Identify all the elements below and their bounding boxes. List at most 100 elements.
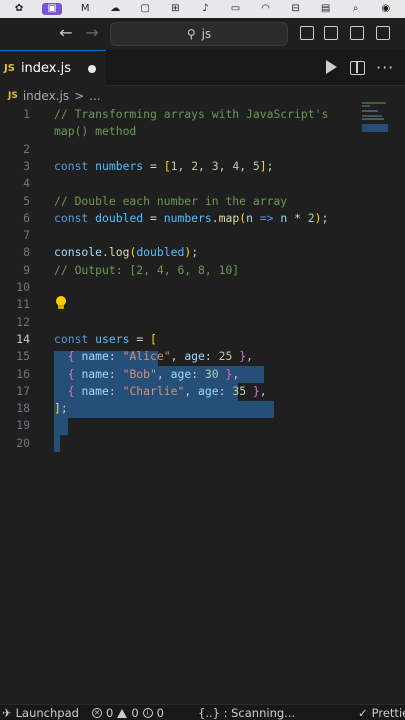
spotlight-icon[interactable]: ⌕ <box>349 3 363 15</box>
code-editor[interactable]: 1 // Transforming arrays with JavaScript'… <box>0 106 405 700</box>
code-text: // Transforming arrays with JavaScript's <box>54 107 329 121</box>
tab-index-js[interactable]: JS index.js <box>0 50 106 86</box>
code-text: // Output: [2, 4, 6, 8, 10] <box>54 262 240 277</box>
code-text: const doubled = numbers.map(n => n * 2); <box>54 210 329 225</box>
code-line[interactable]: 3 const numbers = [1, 2, 3, 4, 5]; <box>0 158 405 175</box>
info-icon: i <box>142 708 153 718</box>
error-icon: ✕ <box>92 708 102 718</box>
window-icon[interactable]: ▢ <box>138 3 152 15</box>
minimap[interactable] <box>360 100 396 140</box>
line-number: 18 <box>16 401 30 416</box>
code-line[interactable]: 15 { name: "Alice", age: 25 }, <box>0 348 405 365</box>
line-number: 6 <box>23 210 30 225</box>
info-count: 0 <box>156 706 164 720</box>
code-line[interactable]: 4 <box>0 175 405 192</box>
toggle-panel-icon[interactable] <box>350 26 364 40</box>
code-line[interactable]: 18]; <box>0 400 405 417</box>
breadcrumb-more[interactable]: ... <box>89 89 100 103</box>
code-line[interactable]: 8 console.log(doubled); <box>0 244 405 261</box>
line-number: 7 <box>23 228 30 243</box>
code-line[interactable]: 10 <box>0 279 405 296</box>
code-text: const numbers = [1, 2, 3, 4, 5]; <box>54 158 274 173</box>
line-number: 17 <box>16 383 30 398</box>
code-line[interactable]: 20 <box>0 435 405 452</box>
tab-label: index.js <box>20 61 72 76</box>
code-line[interactable]: 19 <box>0 417 405 434</box>
grid-icon[interactable]: ⊞ <box>168 3 182 15</box>
system-menu-bar: ✿ ▣ M ☁ ▢ ⊞ ♪ ▭ ◠ ⊟ ▤ ⌕ ◉ <box>0 0 405 18</box>
line-number: 14 <box>16 331 30 346</box>
line-number: 2 <box>23 141 30 156</box>
code-line[interactable]: 12 <box>0 314 405 331</box>
layout-customize-icon[interactable] <box>300 26 314 40</box>
cloud-icon[interactable]: ☁ <box>108 3 122 15</box>
language-status-item[interactable]: {..} : Scanning... <box>198 706 295 720</box>
launchpad-item[interactable]: ✈ Launchpad <box>2 706 79 720</box>
status-bar: ✈ Launchpad ✕ 0 0 i 0 {..} : Scanning...… <box>0 704 405 720</box>
breadcrumb-separator: > <box>74 89 85 103</box>
line-number: 15 <box>16 349 30 364</box>
line-number: 4 <box>23 176 30 191</box>
launchpad-label: Launchpad <box>15 706 79 720</box>
command-center-search[interactable]: ⚲ js <box>110 22 288 46</box>
check-icon: ✓ <box>358 706 368 720</box>
music-icon[interactable]: ♪ <box>198 3 212 15</box>
line-number: 8 <box>23 245 30 260</box>
code-line[interactable]: 17 { name: "Charlie", age: 35 }, <box>0 383 405 400</box>
search-text: js <box>201 27 212 41</box>
code-line[interactable]: 2 <box>0 141 405 158</box>
breadcrumb-file[interactable]: index.js <box>23 89 69 103</box>
siri-icon[interactable]: ◉ <box>379 3 393 15</box>
lightbulb-icon[interactable] <box>55 296 67 310</box>
scanning-label: {..} : Scanning... <box>198 706 296 720</box>
code-line[interactable]: 7 <box>0 227 405 244</box>
code-text: { name: "Bob", age: 30 }, <box>67 366 240 381</box>
unsaved-dot-icon[interactable] <box>88 65 96 73</box>
screen-recorder-icon[interactable]: ▣ <box>42 3 63 15</box>
split-editor-icon[interactable] <box>350 61 365 75</box>
error-count: 0 <box>106 706 114 720</box>
code-line[interactable]: 16 { name: "Bob", age: 30 }, <box>0 366 405 383</box>
forward-arrow-icon[interactable]: → <box>82 23 102 42</box>
line-number: 1 <box>23 107 30 121</box>
line-number: 16 <box>16 366 30 381</box>
search-icon: ⚲ <box>186 27 196 41</box>
prettier-label: Prettier <box>371 706 405 720</box>
display-icon[interactable]: ▤ <box>319 3 333 15</box>
code-line[interactable]: 9 // Output: [2, 4, 6, 8, 10] <box>0 262 405 279</box>
warning-count: 0 <box>131 706 139 720</box>
code-line[interactable]: 1 // Transforming arrays with JavaScript'… <box>0 106 405 123</box>
script-editor-icon[interactable]: ✿ <box>12 3 26 15</box>
code-text: console.log(doubled); <box>54 245 199 260</box>
code-text: { name: "Charlie", age: 35 }, <box>67 383 267 398</box>
editor-tab-bar: JS index.js <box>0 50 405 86</box>
title-bar: ← → ⚲ js <box>0 18 405 50</box>
code-line[interactable]: 5 // Double each number in the array <box>0 193 405 210</box>
wifi-icon[interactable]: ◠ <box>259 3 273 15</box>
run-play-icon[interactable] <box>326 60 337 74</box>
gmail-icon[interactable]: M <box>78 3 92 15</box>
code-text: { name: "Alice", age: 25 }, <box>67 349 253 364</box>
toggle-primary-sidebar-icon[interactable] <box>324 26 338 40</box>
code-line[interactable]: map() method <box>0 123 405 140</box>
control-center-icon[interactable]: ⊟ <box>289 3 303 15</box>
code-text: ]; <box>54 401 68 416</box>
javascript-file-icon: JS <box>8 91 18 101</box>
line-number: 10 <box>16 280 30 294</box>
problems-item[interactable]: ✕ 0 0 i 0 <box>92 706 164 720</box>
prettier-item[interactable]: ✓ Prettier <box>358 706 405 720</box>
toggle-secondary-sidebar-icon[interactable] <box>376 26 390 40</box>
battery-icon[interactable]: ▭ <box>228 3 242 15</box>
javascript-file-icon: JS <box>4 63 15 74</box>
line-number: 3 <box>23 158 30 173</box>
code-text: // Double each number in the array <box>54 193 288 208</box>
line-number: 20 <box>16 435 30 450</box>
line-number: 9 <box>23 262 30 277</box>
line-number: 12 <box>16 314 30 329</box>
back-arrow-icon[interactable]: ← <box>56 23 76 42</box>
more-actions-icon[interactable]: ··· <box>376 58 394 77</box>
line-number: 11 <box>16 297 30 312</box>
code-text: const users = [ <box>54 331 157 346</box>
code-line[interactable]: 14 const users = [ <box>0 331 405 348</box>
code-line[interactable]: 6 const doubled = numbers.map(n => n * 2)… <box>0 210 405 227</box>
